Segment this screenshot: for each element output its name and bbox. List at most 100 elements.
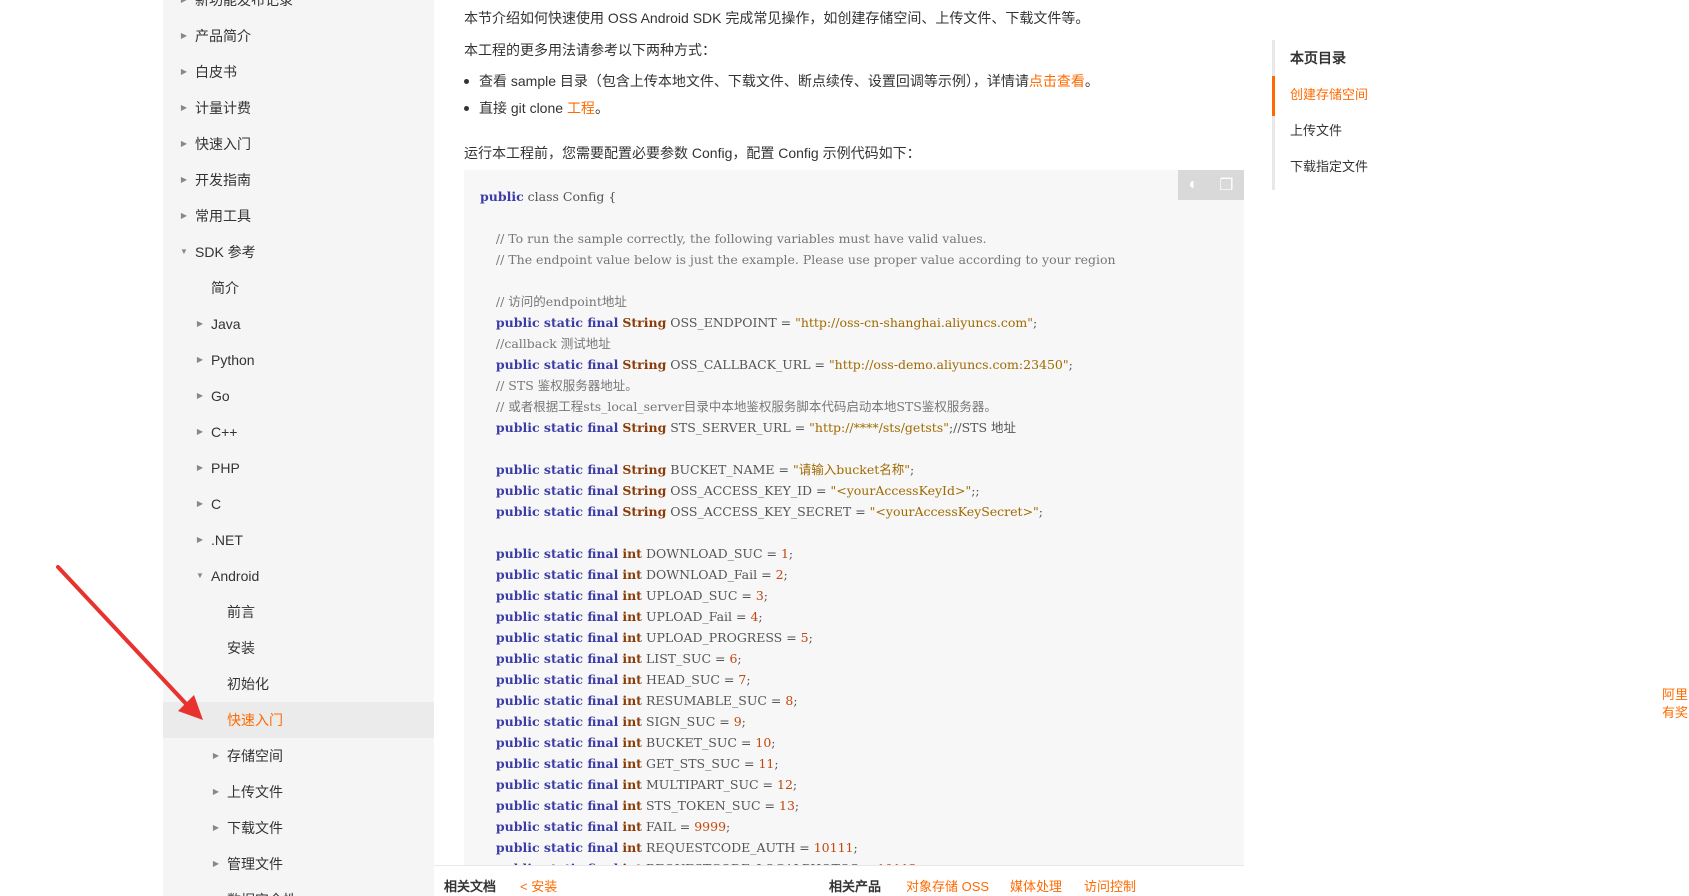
bullet-clone-text: 直接 git clone xyxy=(479,100,567,116)
sidebar-item[interactable]: 安装 xyxy=(163,630,434,666)
code-block: ◐ ❐ public class Config { // To run the … xyxy=(464,170,1244,896)
code-token: int xyxy=(622,672,642,687)
sidebar-item[interactable]: 前言 xyxy=(163,594,434,630)
caret-right-icon[interactable]: ▶ xyxy=(179,198,189,234)
caret-right-icon[interactable]: ▶ xyxy=(211,774,221,810)
sidebar-item[interactable]: ▶ Python xyxy=(163,342,434,378)
sidebar-item-label: 产品简介 xyxy=(195,28,251,44)
code-token: LIST_SUC = xyxy=(645,651,730,666)
sidebar-item[interactable]: ▶ Java xyxy=(163,306,434,342)
caret-right-icon[interactable]: ▶ xyxy=(179,54,189,90)
sidebar-item-label: Go xyxy=(211,388,230,404)
code-token: int xyxy=(622,714,642,729)
caret-right-icon[interactable]: ▶ xyxy=(195,522,205,558)
code-token: public static final xyxy=(495,756,619,771)
sidebar-item[interactable]: ▼ SDK 参考 xyxy=(163,234,434,270)
caret-right-icon[interactable]: ▶ xyxy=(179,90,189,126)
sidebar-item[interactable]: ▶ 计量计费 xyxy=(163,90,434,126)
product-oss-link[interactable]: 对象存储 OSS xyxy=(906,876,989,895)
copy-icon[interactable]: ❐ xyxy=(1219,175,1233,195)
caret-right-icon[interactable]: ▶ xyxy=(211,738,221,774)
related-docs-link[interactable]: < 安装 xyxy=(520,876,557,895)
code-token: public static final xyxy=(495,693,619,708)
code-token: ; xyxy=(737,651,742,666)
sidebar-item[interactable]: 快速入门 xyxy=(163,702,434,738)
sidebar-item[interactable]: ▶ 白皮书 xyxy=(163,54,434,90)
view-sample-link[interactable]: 点击查看 xyxy=(1029,73,1085,89)
code-token: ; xyxy=(853,840,858,855)
sidebar-item-label: 常用工具 xyxy=(195,208,251,224)
code-token: public static final xyxy=(495,819,619,834)
sidebar-item[interactable]: 初始化 xyxy=(163,666,434,702)
code-token: 11 xyxy=(758,756,775,771)
code-token: int xyxy=(622,756,642,771)
caret-right-icon[interactable]: ▶ xyxy=(179,18,189,54)
toc-item-create-bucket[interactable]: 创建存储空间 xyxy=(1290,84,1368,103)
caret-right-icon[interactable]: ▶ xyxy=(179,126,189,162)
sidebar-item[interactable]: ▶ 产品简介 xyxy=(163,18,434,54)
caret-down-icon[interactable]: ▼ xyxy=(195,558,205,594)
sidebar-item[interactable]: ▶ Go xyxy=(163,378,434,414)
caret-right-icon[interactable]: ▶ xyxy=(211,882,221,896)
sidebar-item[interactable]: ▶ .NET xyxy=(163,522,434,558)
code-line: public static final int HEAD_SUC = 7; xyxy=(480,669,1116,690)
bullet-dot xyxy=(464,78,469,84)
caret-right-icon[interactable]: ▶ xyxy=(195,378,205,414)
caret-right-icon[interactable]: ▶ xyxy=(195,414,205,450)
sidebar-item[interactable]: ▶ 下载文件 xyxy=(163,810,434,846)
caret-right-icon[interactable]: ▶ xyxy=(211,810,221,846)
sidebar-item[interactable]: ▶ 新功能发布记录 xyxy=(163,0,434,18)
intro-text: 本节介绍如何快速使用 OSS Android SDK 完成常见操作，如创建存储空… xyxy=(464,10,1090,26)
code-token: String xyxy=(622,483,667,498)
bullet-sample: 查看 sample 目录（包含上传本地文件、下载文件、断点续传、设置回调等示例）… xyxy=(464,71,1099,91)
sidebar-item[interactable]: ▶ C++ xyxy=(163,414,434,450)
toc-item-download[interactable]: 下载指定文件 xyxy=(1290,156,1368,175)
sidebar-item[interactable]: ▶ PHP xyxy=(163,450,434,486)
more-usage-text: 本工程的更多用法请参考以下两种方式： xyxy=(464,42,716,58)
bullet-dot xyxy=(464,105,469,111)
promo-line-2: 有奖 xyxy=(1662,705,1689,720)
code-token: ; xyxy=(763,588,769,603)
sidebar-item[interactable]: ▶ C xyxy=(163,486,434,522)
caret-right-icon[interactable]: ▶ xyxy=(195,342,205,378)
code-line: // 或者根据工程sts_local_server目录中本地鉴权服务脚本代码启动… xyxy=(480,396,1116,417)
product-media-link[interactable]: 媒体处理 xyxy=(1010,876,1062,895)
sidebar-item[interactable]: ▶ 存储空间 xyxy=(163,738,434,774)
code-token: ; xyxy=(771,735,776,750)
code-token: int xyxy=(622,651,642,666)
sidebar-item[interactable]: ▶ 快速入门 xyxy=(163,126,434,162)
sidebar-item[interactable]: ▼ Android xyxy=(163,558,434,594)
project-link[interactable]: 工程 xyxy=(567,100,595,116)
bullet-sample-end: 。 xyxy=(1084,73,1099,89)
product-ram-link[interactable]: 访问控制 xyxy=(1084,876,1136,895)
toc-item-upload[interactable]: 上传文件 xyxy=(1290,120,1342,139)
code-token: public static final xyxy=(495,483,619,498)
caret-right-icon[interactable]: ▶ xyxy=(179,162,189,198)
sidebar-item[interactable]: ▶ 常用工具 xyxy=(163,198,434,234)
caret-right-icon[interactable]: ▶ xyxy=(195,486,205,522)
promo-badge[interactable]: 阿里 有奖 xyxy=(1662,686,1689,722)
caret-right-icon[interactable]: ▶ xyxy=(211,846,221,882)
code-line: public static final int GET_STS_SUC = 11… xyxy=(480,753,1116,774)
caret-down-icon[interactable]: ▼ xyxy=(179,234,189,270)
sidebar-item[interactable]: 简介 xyxy=(163,270,434,306)
caret-right-icon[interactable]: ▶ xyxy=(195,306,205,342)
code-token: OSS_ENDPOINT = xyxy=(670,315,796,330)
sidebar-item[interactable]: ▶ 开发指南 xyxy=(163,162,434,198)
caret-right-icon[interactable]: ▶ xyxy=(195,450,205,486)
sidebar-item[interactable]: ▶ 上传文件 xyxy=(163,774,434,810)
code-token: public xyxy=(480,189,524,204)
sidebar-item[interactable]: ▶ 管理文件 xyxy=(163,846,434,882)
caret-right-icon[interactable]: ▶ xyxy=(179,0,189,18)
code-token: UPLOAD_SUC = xyxy=(645,588,756,603)
code-token: 13 xyxy=(779,798,795,813)
toggle-icon[interactable]: ◐ xyxy=(1188,176,1198,194)
sidebar-item-label: Python xyxy=(211,352,255,368)
sidebar-item[interactable]: ▶ 数据完全性 xyxy=(163,882,434,896)
code-line: // The endpoint value below is just the … xyxy=(480,249,1116,270)
code-token: ; xyxy=(808,630,813,645)
